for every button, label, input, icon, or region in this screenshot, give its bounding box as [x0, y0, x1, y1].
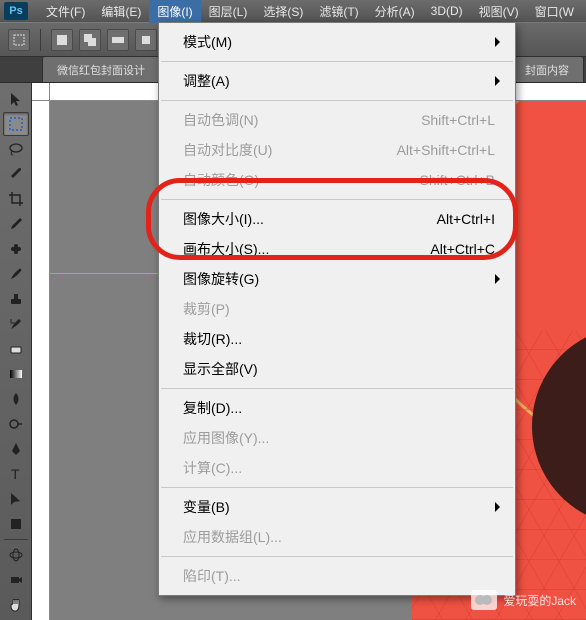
tool-preset-icon[interactable] [8, 29, 30, 51]
menu-separator [161, 487, 513, 488]
menu-image[interactable]: 图像(I) [149, 0, 200, 23]
menu-label: 应用数据组(L)... [183, 527, 495, 547]
menu-separator [161, 61, 513, 62]
vertical-ruler[interactable] [32, 101, 50, 620]
menu-item-image-size[interactable]: 图像大小(I)...Alt+Ctrl+I [159, 204, 515, 234]
menu-label: 自动色调(N) [183, 110, 421, 130]
menu-label: 自动颜色(O) [183, 170, 420, 190]
selection-add-icon[interactable] [79, 29, 101, 51]
menu-3d[interactable]: 3D(D) [423, 1, 471, 21]
menu-file[interactable]: 文件(F) [38, 0, 93, 23]
menu-item-duplicate[interactable]: 复制(D)... [159, 393, 515, 423]
menu-item-calculations: 计算(C)... [159, 453, 515, 483]
menu-shortcut: Alt+Ctrl+C [430, 241, 495, 257]
shape-tool-icon[interactable] [3, 512, 29, 536]
menu-label: 调整(A) [183, 71, 495, 91]
menu-item-image-rotation[interactable]: 图像旋转(G) [159, 264, 515, 294]
selection-intersect-icon[interactable] [135, 29, 157, 51]
menu-separator [161, 388, 513, 389]
menu-analysis[interactable]: 分析(A) [367, 0, 423, 23]
document-tab-right[interactable]: 封面内容 [510, 56, 584, 82]
menu-window[interactable]: 窗口(W [527, 0, 582, 23]
blur-tool-icon[interactable] [3, 387, 29, 411]
crop-tool-icon[interactable] [3, 187, 29, 211]
menu-shortcut: Alt+Ctrl+I [437, 211, 495, 227]
menu-shortcut: Shift+Ctrl+L [421, 112, 495, 128]
ruler-corner [32, 83, 50, 101]
lasso-tool-icon[interactable] [3, 137, 29, 161]
menu-label: 计算(C)... [183, 458, 495, 478]
menu-label: 图像旋转(G) [183, 269, 495, 289]
menu-separator [161, 199, 513, 200]
menu-label: 显示全部(V) [183, 359, 495, 379]
path-selection-tool-icon[interactable] [3, 487, 29, 511]
menu-item-mode[interactable]: 模式(M) [159, 27, 515, 57]
menu-label: 变量(B) [183, 497, 495, 517]
menu-item-auto-tone: 自动色调(N)Shift+Ctrl+L [159, 105, 515, 135]
separator [40, 29, 41, 51]
eyedropper-tool-icon[interactable] [3, 212, 29, 236]
menu-item-apply-image: 应用图像(Y)... [159, 423, 515, 453]
menu-item-auto-color: 自动颜色(O)Shift+Ctrl+B [159, 165, 515, 195]
menu-layer[interactable]: 图层(L) [201, 0, 256, 23]
tools-panel: T [0, 83, 32, 620]
svg-text:T: T [11, 466, 20, 482]
menu-label: 裁剪(P) [183, 299, 495, 319]
move-tool-icon[interactable] [3, 87, 29, 111]
menu-separator [161, 556, 513, 557]
watermark: 爱玩耍的Jack [471, 590, 576, 610]
menu-bar: Ps 文件(F) 编辑(E) 图像(I) 图层(L) 选择(S) 滤镜(T) 分… [0, 0, 586, 22]
magic-wand-tool-icon[interactable] [3, 162, 29, 186]
menu-shortcut: Alt+Shift+Ctrl+L [397, 142, 495, 158]
menu-view[interactable]: 视图(V) [471, 0, 527, 23]
menu-item-crop: 裁剪(P) [159, 294, 515, 324]
image-menu-dropdown: 模式(M) 调整(A) 自动色调(N)Shift+Ctrl+L 自动对比度(U)… [158, 22, 516, 596]
menu-label: 应用图像(Y)... [183, 428, 495, 448]
menu-edit[interactable]: 编辑(E) [93, 0, 149, 23]
marquee-tool-icon[interactable] [3, 112, 29, 136]
wechat-icon [471, 590, 497, 610]
menu-label: 陷印(T)... [183, 566, 495, 586]
clone-stamp-tool-icon[interactable] [3, 287, 29, 311]
menu-label: 自动对比度(U) [183, 140, 397, 160]
healing-brush-tool-icon[interactable] [3, 237, 29, 261]
menu-item-variables[interactable]: 变量(B) [159, 492, 515, 522]
menu-select[interactable]: 选择(S) [255, 0, 311, 23]
eraser-tool-icon[interactable] [3, 337, 29, 361]
menu-item-apply-data-set: 应用数据组(L)... [159, 522, 515, 552]
menu-filter[interactable]: 滤镜(T) [311, 0, 366, 23]
menu-label: 复制(D)... [183, 398, 495, 418]
type-tool-icon[interactable]: T [3, 462, 29, 486]
menu-label: 画布大小(S)... [183, 239, 430, 259]
3d-camera-tool-icon[interactable] [3, 568, 29, 592]
menu-item-canvas-size[interactable]: 画布大小(S)...Alt+Ctrl+C [159, 234, 515, 264]
menu-label: 裁切(R)... [183, 329, 495, 349]
menu-separator [161, 100, 513, 101]
menu-item-adjustments[interactable]: 调整(A) [159, 66, 515, 96]
brush-tool-icon[interactable] [3, 262, 29, 286]
selection-new-icon[interactable] [51, 29, 73, 51]
menu-shortcut: Shift+Ctrl+B [420, 172, 495, 188]
document-tab[interactable]: 微信红包封面设计 [42, 56, 160, 82]
menu-item-trap: 陷印(T)... [159, 561, 515, 591]
menu-label: 模式(M) [183, 32, 495, 52]
dodge-tool-icon[interactable] [3, 412, 29, 436]
menu-item-auto-contrast: 自动对比度(U)Alt+Shift+Ctrl+L [159, 135, 515, 165]
app-logo: Ps [4, 2, 28, 20]
menu-item-trim[interactable]: 裁切(R)... [159, 324, 515, 354]
tool-separator [4, 539, 28, 540]
3d-rotate-tool-icon[interactable] [3, 543, 29, 567]
watermark-text: 爱玩耍的Jack [503, 592, 576, 609]
selection-subtract-icon[interactable] [107, 29, 129, 51]
hand-tool-icon[interactable] [3, 593, 29, 617]
gradient-tool-icon[interactable] [3, 362, 29, 386]
menu-item-reveal-all[interactable]: 显示全部(V) [159, 354, 515, 384]
pen-tool-icon[interactable] [3, 437, 29, 461]
menu-label: 图像大小(I)... [183, 209, 437, 229]
history-brush-tool-icon[interactable] [3, 312, 29, 336]
